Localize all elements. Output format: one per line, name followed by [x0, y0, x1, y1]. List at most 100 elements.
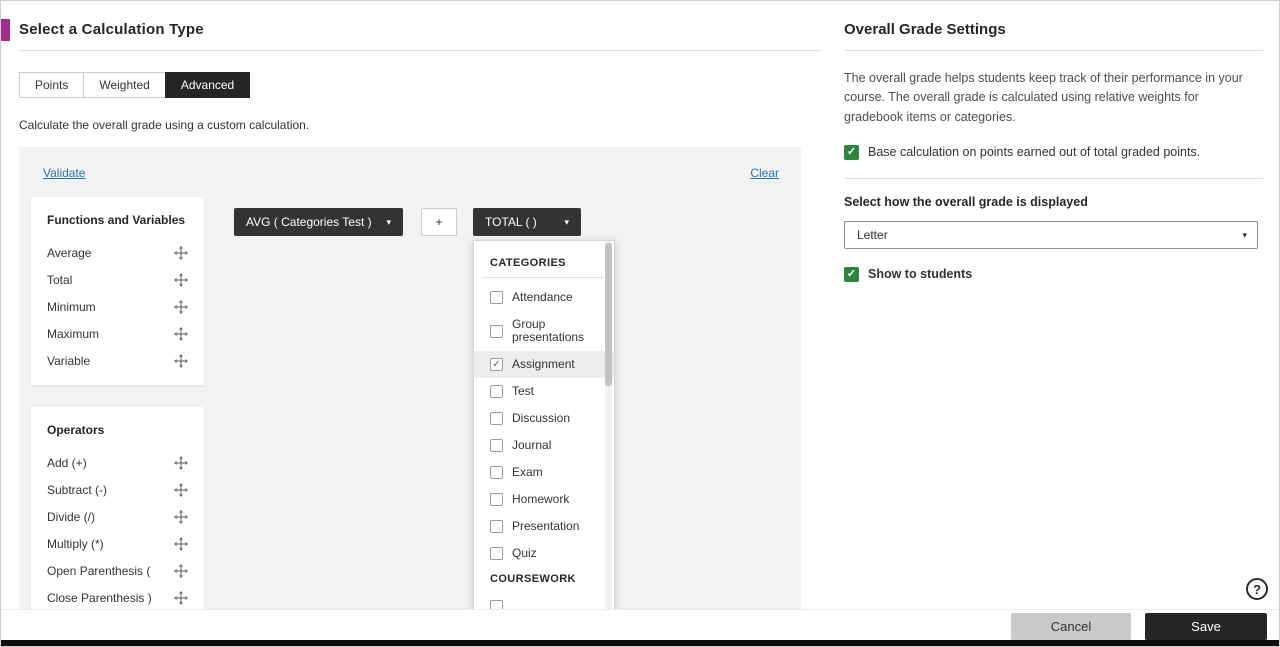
- function-item-total[interactable]: Total: [47, 266, 188, 293]
- help-icon[interactable]: ?: [1246, 578, 1268, 600]
- show-to-students-label: Show to students: [868, 267, 973, 282]
- calculation-description: Calculate the overall grade using a cust…: [19, 118, 310, 132]
- tab-weighted[interactable]: Weighted: [83, 72, 166, 98]
- checkbox-icon[interactable]: [490, 385, 503, 398]
- calculation-type-tabs: Points Weighted Advanced: [19, 72, 251, 98]
- chevron-down-icon: ▾: [1242, 229, 1247, 240]
- operators-card-title: Operators: [47, 423, 105, 437]
- dropdown-item-label: Group presentations: [512, 316, 585, 344]
- operator-item-subtract[interactable]: Subtract (-): [47, 476, 188, 503]
- operator-item-label: Divide (/): [47, 509, 96, 524]
- dropdown-item-group-presentations[interactable]: Group presentations: [474, 311, 614, 351]
- tab-advanced[interactable]: Advanced: [164, 72, 251, 98]
- move-icon[interactable]: [174, 482, 188, 497]
- dropdown-item-exam[interactable]: Exam: [474, 459, 614, 486]
- move-icon[interactable]: [174, 299, 188, 314]
- checkbox-checked-icon[interactable]: [844, 267, 859, 283]
- operator-item-label: Close Parenthesis ): [47, 590, 152, 605]
- function-item-label: Variable: [47, 353, 91, 368]
- scrollbar-thumb[interactable]: [605, 243, 612, 386]
- dropdown-item-journal[interactable]: Journal: [474, 432, 614, 459]
- move-icon[interactable]: [174, 536, 188, 551]
- dropdown-item-label: Homework: [512, 491, 570, 506]
- move-icon[interactable]: [174, 353, 188, 368]
- checkbox-icon[interactable]: [490, 439, 503, 452]
- base-calculation-label: Base calculation on points earned out of…: [868, 145, 1201, 160]
- checkbox-icon[interactable]: [490, 291, 503, 304]
- operator-item-add[interactable]: Add (+): [47, 449, 188, 476]
- grade-display-select[interactable]: Letter ▾: [844, 221, 1258, 250]
- show-to-students-checkbox-row[interactable]: Show to students: [844, 267, 1263, 283]
- page: Select a Calculation Type Points Weighte…: [0, 0, 1280, 647]
- dropdown-item-label: Journal: [512, 437, 552, 452]
- move-icon[interactable]: [174, 245, 188, 260]
- settings-title-divider: [844, 50, 1263, 51]
- expression-chip-total[interactable]: TOTAL ( ) ▾: [473, 208, 581, 236]
- clear-link[interactable]: Clear: [750, 166, 779, 180]
- function-item-minimum[interactable]: Minimum: [47, 293, 188, 320]
- dropdown-item-quiz[interactable]: Quiz: [474, 540, 614, 567]
- dropdown-item-attendance[interactable]: Attendance: [474, 284, 614, 311]
- dropdown-item-test[interactable]: Test: [474, 378, 614, 405]
- cancel-button[interactable]: Cancel: [1011, 612, 1131, 640]
- checkbox-icon[interactable]: [490, 547, 503, 560]
- operator-item-multiply[interactable]: Multiply (*): [47, 530, 188, 557]
- function-item-variable[interactable]: Variable: [47, 347, 188, 374]
- chip-label: +: [435, 215, 443, 229]
- checkbox-icon[interactable]: [490, 520, 503, 533]
- move-icon[interactable]: [174, 509, 188, 524]
- chevron-down-icon: ▾: [564, 216, 569, 227]
- dropdown-item-homework[interactable]: Homework: [474, 486, 614, 513]
- move-icon[interactable]: [174, 590, 188, 605]
- function-item-label: Total: [47, 272, 73, 287]
- move-icon[interactable]: [174, 272, 188, 287]
- total-categories-dropdown: CATEGORIES Attendance Group presentation…: [473, 240, 615, 620]
- operator-item-close-parenthesis[interactable]: Close Parenthesis ): [47, 584, 188, 611]
- dropdown-item-label: Attendance: [512, 289, 573, 304]
- operator-item-open-parenthesis[interactable]: Open Parenthesis (: [47, 557, 188, 584]
- dropdown-item-label: Presentation: [512, 518, 580, 533]
- checkbox-icon[interactable]: [490, 493, 503, 506]
- overall-grade-settings-panel: Overall Grade Settings The overall grade…: [844, 1, 1263, 609]
- checkbox-checked-icon[interactable]: [844, 145, 859, 161]
- operator-item-divide[interactable]: Divide (/): [47, 503, 188, 530]
- chip-label: AVG ( Categories Test ): [246, 215, 372, 229]
- save-button[interactable]: Save: [1145, 612, 1267, 640]
- function-item-maximum[interactable]: Maximum: [47, 320, 188, 347]
- dropdown-item-label: Discussion: [512, 410, 571, 425]
- expression-chip-plus[interactable]: +: [421, 208, 457, 236]
- selected-value: Letter: [857, 228, 888, 243]
- page-title: Select a Calculation Type: [19, 21, 204, 38]
- function-item-label: Maximum: [47, 326, 100, 341]
- checkbox-icon[interactable]: [490, 324, 503, 338]
- function-item-label: Minimum: [47, 299, 96, 314]
- footer-bar: Cancel Save: [1, 609, 1279, 642]
- tab-points[interactable]: Points: [19, 72, 85, 98]
- display-question-label: Select how the overall grade is displaye…: [844, 195, 1088, 210]
- dropdown-scrollbar[interactable]: [605, 241, 612, 619]
- move-icon[interactable]: [174, 326, 188, 341]
- checkbox-icon[interactable]: [490, 412, 503, 425]
- function-item-label: Average: [47, 245, 92, 260]
- calculation-builder-panel: Validate Clear Functions and Variables A…: [19, 147, 801, 620]
- settings-divider: [844, 178, 1263, 180]
- base-calculation-checkbox-row[interactable]: Base calculation on points earned out of…: [844, 145, 1263, 161]
- dropdown-item-label: Assignment: [512, 356, 575, 371]
- operators-card: Operators Add (+) Subtract (-) Divide (/…: [31, 407, 204, 620]
- functions-and-variables-card: Functions and Variables Average Total Mi…: [31, 197, 204, 385]
- move-icon[interactable]: [174, 563, 188, 578]
- move-icon[interactable]: [174, 455, 188, 470]
- checkbox-checked-icon[interactable]: [490, 358, 503, 371]
- operator-item-label: Add (+): [47, 455, 87, 470]
- expression-chip-avg[interactable]: AVG ( Categories Test ) ▾: [234, 208, 403, 236]
- dropdown-item-label: Quiz: [512, 545, 537, 560]
- dropdown-item-presentation[interactable]: Presentation: [474, 513, 614, 540]
- calculation-type-panel: Select a Calculation Type Points Weighte…: [1, 1, 821, 620]
- dropdown-item-assignment[interactable]: Assignment: [474, 351, 614, 378]
- checkbox-icon[interactable]: [490, 466, 503, 479]
- dropdown-item-discussion[interactable]: Discussion: [474, 405, 614, 432]
- title-divider: [19, 50, 821, 51]
- function-item-average[interactable]: Average: [47, 239, 188, 266]
- dropdown-item-label: Test: [512, 383, 535, 398]
- validate-link[interactable]: Validate: [43, 166, 85, 180]
